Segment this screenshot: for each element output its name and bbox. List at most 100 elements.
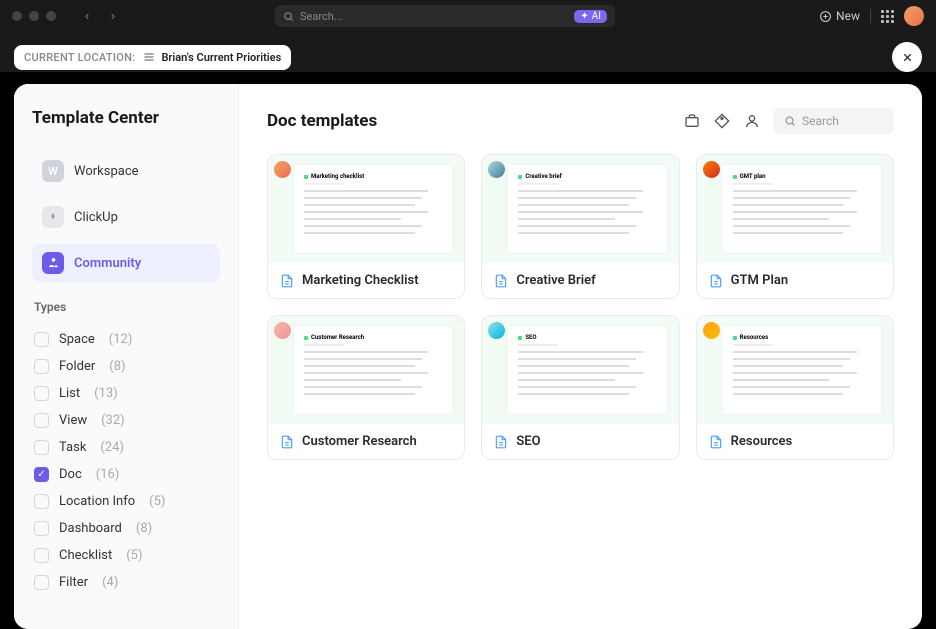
content-title: Doc templates xyxy=(267,111,377,131)
type-filter-view[interactable]: View (32) xyxy=(32,407,220,434)
checkbox[interactable] xyxy=(34,494,49,509)
breadcrumb: CURRENT LOCATION: Brian's Current Priori… xyxy=(14,45,291,70)
type-filter-space[interactable]: Space (12) xyxy=(32,326,220,353)
close-icon xyxy=(901,51,914,64)
template-name: Customer Research xyxy=(302,434,417,449)
doc-mock: Creative brief xyxy=(508,165,666,253)
card-preview: GMT plan xyxy=(697,155,893,263)
plus-circle-icon xyxy=(819,10,832,23)
template-name: GTM Plan xyxy=(731,273,788,288)
tag-icon[interactable] xyxy=(714,113,730,129)
types-label: Types xyxy=(34,300,220,314)
template-card[interactable]: SEO SEO xyxy=(481,315,679,460)
ai-badge[interactable]: ✦ AI xyxy=(574,10,607,23)
modal-header: CURRENT LOCATION: Brian's Current Priori… xyxy=(0,32,936,72)
check-icon: ✓ xyxy=(37,469,45,480)
card-preview: Customer Research xyxy=(268,316,464,424)
card-preview: Creative brief xyxy=(482,155,678,263)
window-titlebar: ‹ › Search... ✦ AI New xyxy=(0,0,936,32)
briefcase-icon[interactable] xyxy=(684,113,700,129)
template-name: Creative Brief xyxy=(516,273,595,288)
doc-icon xyxy=(494,435,508,449)
doc-mock: Customer Research xyxy=(294,326,452,414)
type-filter-filter[interactable]: Filter (4) xyxy=(32,569,220,596)
author-avatar xyxy=(274,161,291,178)
type-filter-checklist[interactable]: Checklist (5) xyxy=(32,542,220,569)
search-icon xyxy=(784,115,796,127)
card-preview: SEO xyxy=(482,316,678,424)
doc-mock: GMT plan xyxy=(723,165,881,253)
list-icon xyxy=(143,51,155,63)
minimize-window[interactable] xyxy=(29,11,39,21)
content-header: Doc templates Search xyxy=(267,108,894,134)
card-footer: Customer Research xyxy=(268,424,464,459)
maximize-window[interactable] xyxy=(46,11,56,21)
source-item-clickup[interactable]: ClickUp xyxy=(32,198,220,236)
card-footer: SEO xyxy=(482,424,678,459)
back-button[interactable]: ‹ xyxy=(76,5,98,27)
doc-mock: Resources xyxy=(723,326,881,414)
doc-icon xyxy=(494,274,508,288)
template-card[interactable]: Marketing checklist Marketing Checklist xyxy=(267,154,465,299)
type-filter-doc[interactable]: ✓ Doc (16) xyxy=(32,461,220,488)
user-avatar[interactable] xyxy=(904,6,924,26)
type-filter-task[interactable]: Task (24) xyxy=(32,434,220,461)
checkbox[interactable] xyxy=(34,440,49,455)
type-filter-folder[interactable]: Folder (8) xyxy=(32,353,220,380)
type-filter-list[interactable]: List (13) xyxy=(32,380,220,407)
template-center-modal: Template Center WWorkspace ClickUp Communi… xyxy=(14,84,922,629)
doc-mock: SEO xyxy=(508,326,666,414)
forward-button[interactable]: › xyxy=(102,5,124,27)
type-filter-location-info[interactable]: Location Info (5) xyxy=(32,488,220,515)
checkbox[interactable] xyxy=(34,548,49,563)
card-footer: Creative Brief xyxy=(482,263,678,298)
template-name: Resources xyxy=(731,434,793,449)
apps-icon[interactable] xyxy=(881,10,894,23)
doc-icon xyxy=(709,274,723,288)
breadcrumb-label: CURRENT LOCATION: xyxy=(24,51,135,64)
checkbox[interactable] xyxy=(34,521,49,536)
global-search[interactable]: Search... ✦ AI xyxy=(275,5,615,27)
checkbox[interactable] xyxy=(34,413,49,428)
sidebar-title: Template Center xyxy=(32,108,220,128)
template-card[interactable]: GMT plan GTM Plan xyxy=(696,154,894,299)
new-button[interactable]: New xyxy=(819,9,860,23)
source-item-workspace[interactable]: WWorkspace xyxy=(32,152,220,190)
checkbox[interactable] xyxy=(34,332,49,347)
doc-icon xyxy=(280,435,294,449)
community-icon xyxy=(42,252,64,274)
author-avatar xyxy=(703,161,720,178)
template-grid: Marketing checklist Marketing Checklist … xyxy=(267,154,894,460)
person-icon[interactable] xyxy=(744,113,760,129)
card-footer: Resources xyxy=(697,424,893,459)
window-controls xyxy=(12,11,56,21)
search-icon xyxy=(283,11,294,22)
checkbox[interactable] xyxy=(34,386,49,401)
close-window[interactable] xyxy=(12,11,22,21)
card-preview: Resources xyxy=(697,316,893,424)
checkbox[interactable] xyxy=(34,575,49,590)
source-list: WWorkspace ClickUp Community xyxy=(32,152,220,282)
checkbox[interactable]: ✓ xyxy=(34,467,49,482)
template-card[interactable]: Resources Resources xyxy=(696,315,894,460)
doc-mock: Marketing checklist xyxy=(294,165,452,253)
header-actions: Search xyxy=(684,108,894,134)
doc-icon xyxy=(709,435,723,449)
card-footer: Marketing Checklist xyxy=(268,263,464,298)
sidebar: Template Center WWorkspace ClickUp Communi… xyxy=(14,84,239,629)
template-name: SEO xyxy=(516,434,540,449)
ai-sparkle-icon: ✦ xyxy=(580,11,588,22)
author-avatar xyxy=(488,322,505,339)
author-avatar xyxy=(703,322,720,339)
source-item-community[interactable]: Community xyxy=(32,244,220,282)
checkbox[interactable] xyxy=(34,359,49,374)
template-card[interactable]: Customer Research Customer Research xyxy=(267,315,465,460)
breadcrumb-value[interactable]: Brian's Current Priorities xyxy=(143,51,281,64)
type-filter-dashboard[interactable]: Dashboard (8) xyxy=(32,515,220,542)
clickup-icon xyxy=(42,206,64,228)
template-search[interactable]: Search xyxy=(774,108,894,134)
doc-icon xyxy=(280,274,294,288)
workspace-icon: W xyxy=(42,160,64,182)
close-button[interactable] xyxy=(892,42,922,72)
template-card[interactable]: Creative brief Creative Brief xyxy=(481,154,679,299)
